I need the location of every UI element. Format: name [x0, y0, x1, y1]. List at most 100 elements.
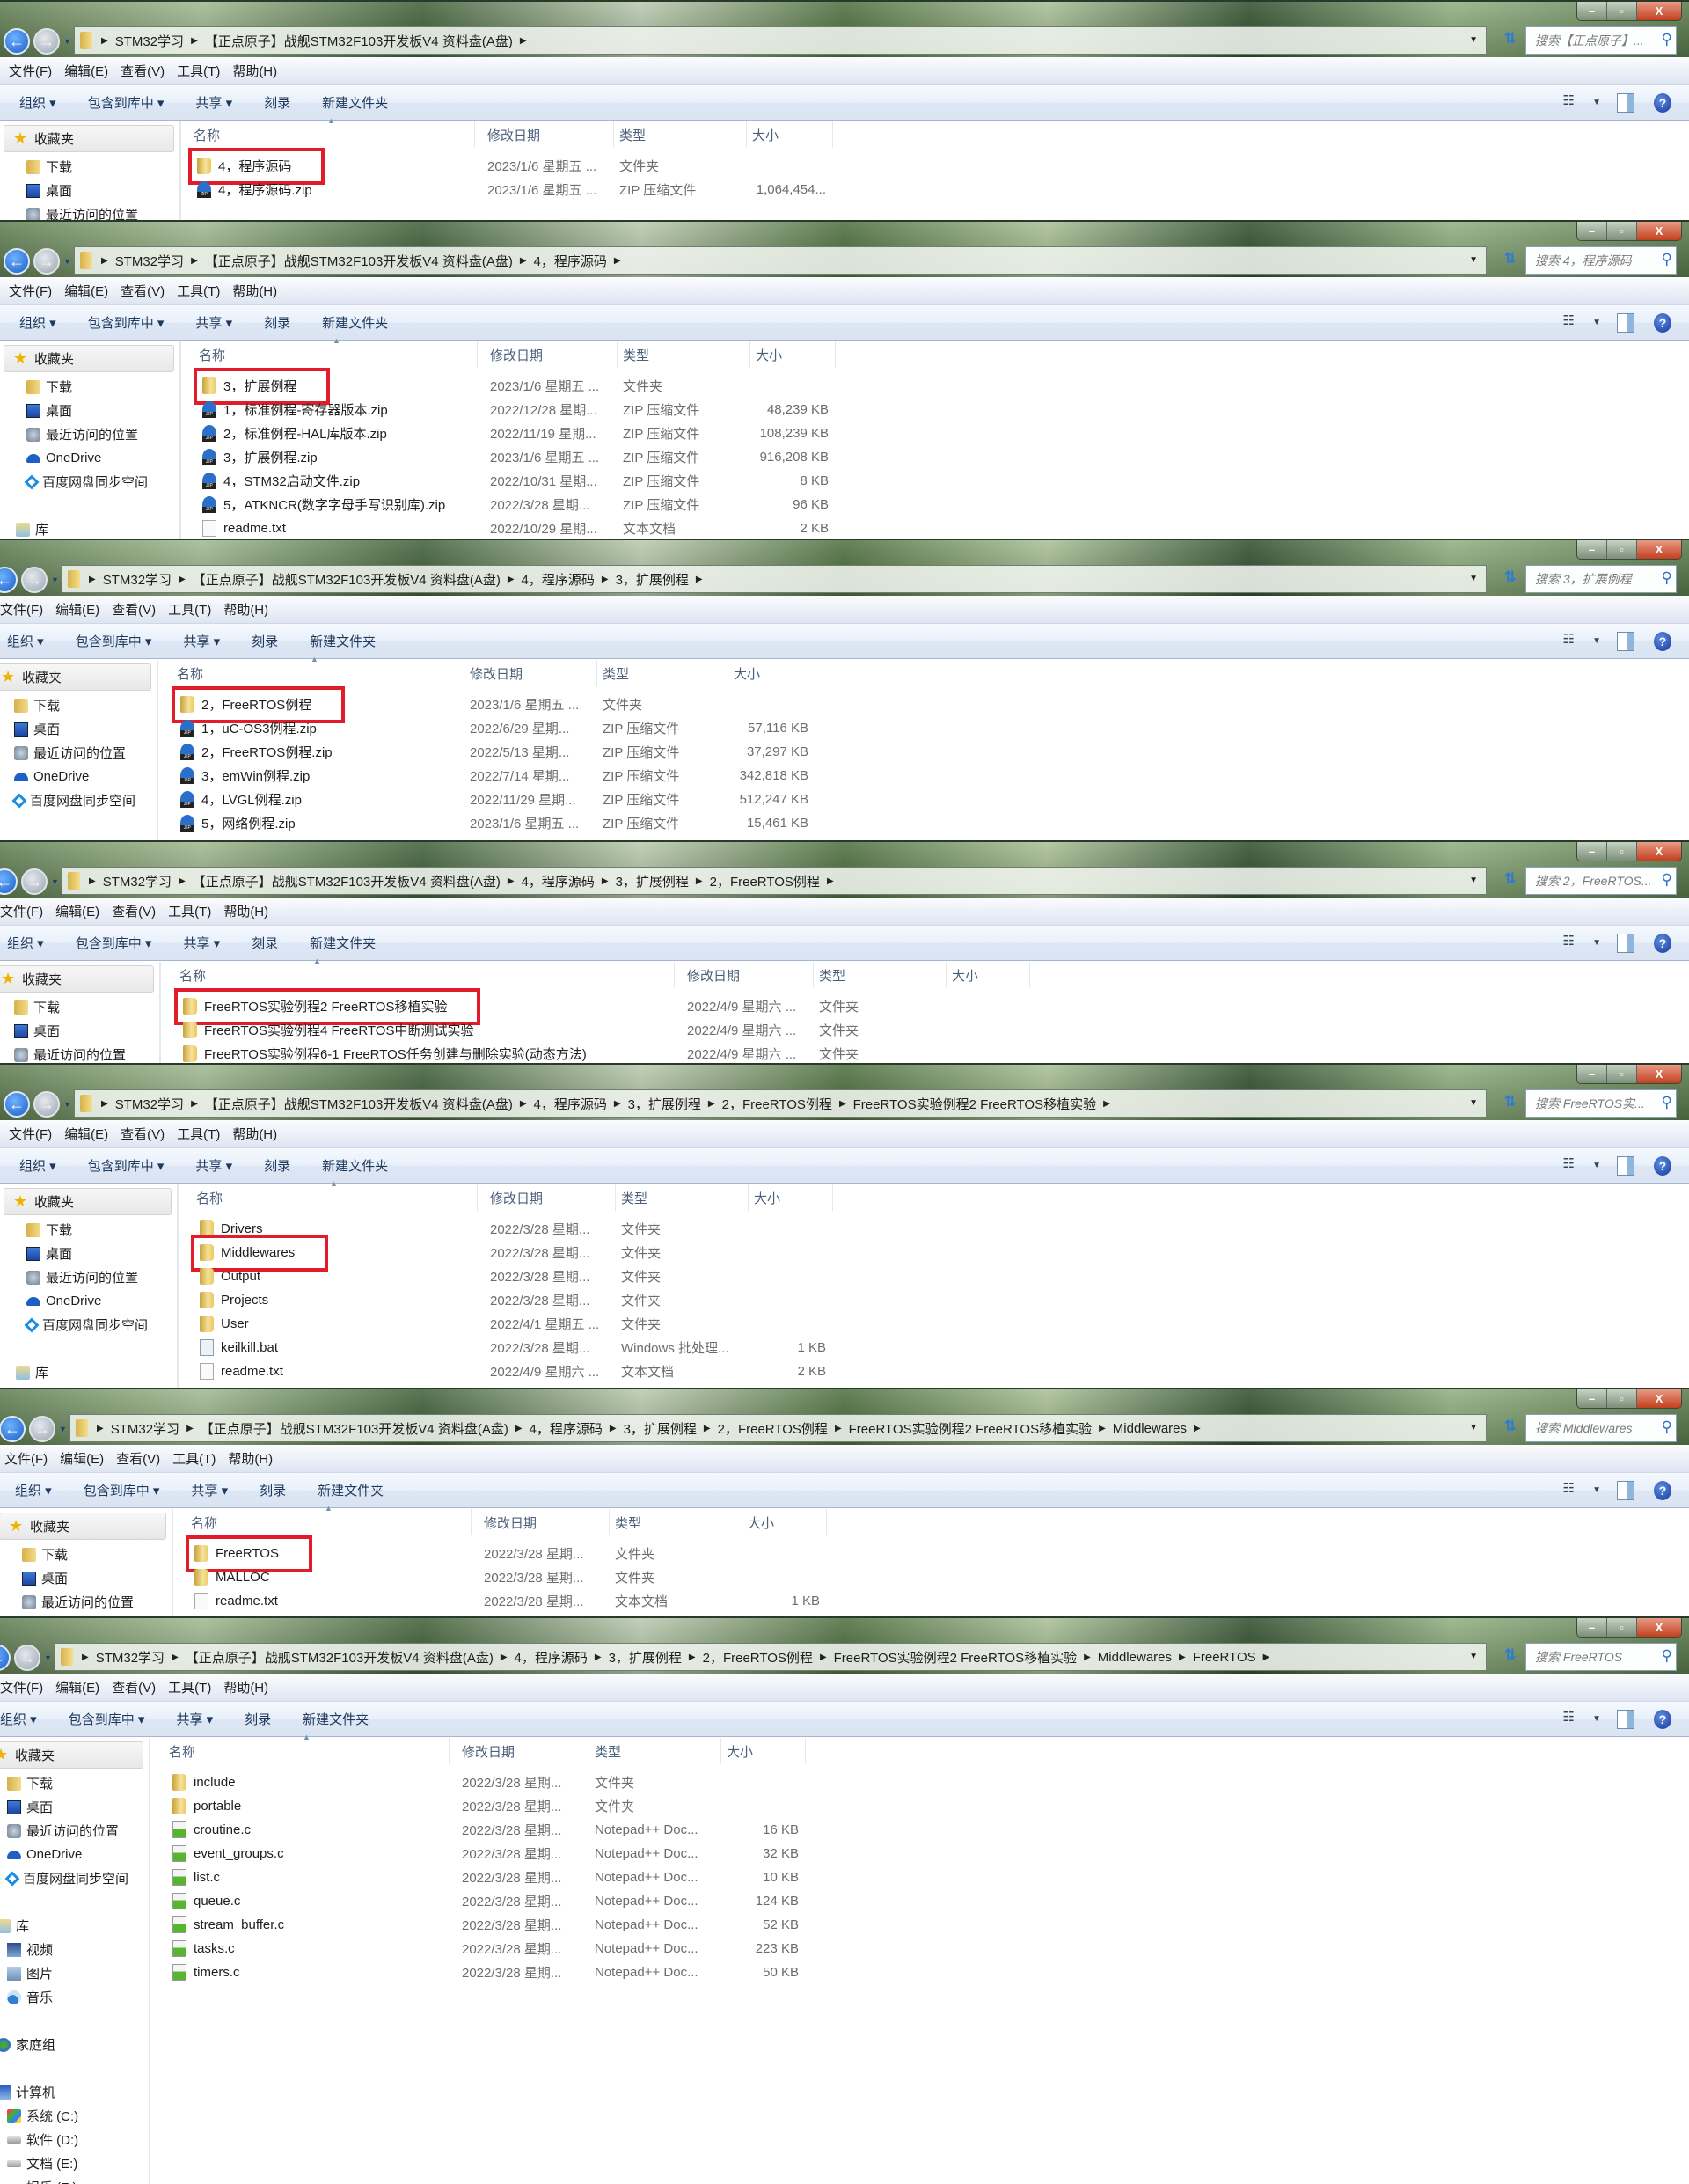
- menu-item[interactable]: 文件(F): [0, 1678, 43, 1697]
- address-dropdown-icon[interactable]: ▼: [1469, 1098, 1478, 1108]
- file-row[interactable]: readme.txt 2022/10/29 星期... 文本文档 2 KB: [197, 517, 836, 539]
- column-header[interactable]: 名称: [174, 962, 675, 988]
- breadcrumb-chevron-icon[interactable]: ▶: [595, 1653, 602, 1662]
- help-icon[interactable]: ?: [1654, 313, 1671, 333]
- file-name[interactable]: readme.txt: [197, 517, 291, 539]
- sidebar-item[interactable]: 下载: [26, 1218, 72, 1242]
- minimize-button[interactable]: –: [1577, 1618, 1607, 1637]
- toolbar-button[interactable]: 包含到库中 ▾: [76, 632, 152, 650]
- breadcrumb-chevron-icon[interactable]: ▶: [610, 1424, 617, 1433]
- sidebar-item[interactable]: OneDrive: [26, 446, 101, 470]
- sidebar-item[interactable]: 桌面: [7, 1795, 53, 1819]
- sidebar-item[interactable]: 视频: [7, 1938, 53, 1961]
- recent-pages-dropdown-icon[interactable]: ▼: [63, 37, 71, 46]
- file-name[interactable]: 4，程序源码.zip: [192, 178, 318, 202]
- sort-ascending-icon[interactable]: ▲: [325, 1504, 333, 1513]
- minimize-button[interactable]: –: [1577, 540, 1607, 559]
- file-name[interactable]: FreeRTOS实验例程6-1 FreeRTOS任务创建与删除实验(动态方法): [178, 1042, 592, 1063]
- file-name[interactable]: croutine.c: [167, 1818, 256, 1842]
- toolbar-button[interactable]: 共享 ▾: [191, 1481, 228, 1499]
- minimize-button[interactable]: –: [1577, 1389, 1607, 1408]
- preview-pane-icon[interactable]: [1617, 93, 1634, 113]
- maximize-button[interactable]: ▫: [1607, 540, 1637, 559]
- file-row[interactable]: User 2022/4/1 星期五 ... 文件夹: [194, 1312, 833, 1336]
- sidebar-item[interactable]: 桌面: [26, 399, 72, 422]
- breadcrumb-chevron-icon[interactable]: ▶: [689, 1653, 696, 1662]
- breadcrumb-item[interactable]: FreeRTOS实验例程2 FreeRTOS移植实验: [853, 1095, 1096, 1113]
- sidebar-item[interactable]: 百度网盘同步空间: [24, 1313, 148, 1337]
- toolbar-button[interactable]: 包含到库中 ▾: [76, 934, 152, 952]
- toolbar-button[interactable]: 共享 ▾: [176, 1710, 213, 1728]
- menu-item[interactable]: 工具(T): [177, 1125, 220, 1143]
- sidebar-item[interactable]: 计算机: [0, 2080, 55, 2104]
- file-row[interactable]: FreeRTOS实验例程2 FreeRTOS移植实验 2022/4/9 星期六 .…: [173, 987, 1030, 1025]
- help-icon[interactable]: ?: [1654, 93, 1671, 113]
- sidebar-item[interactable]: 下载: [14, 995, 60, 1019]
- column-header[interactable]: 类型: [814, 962, 947, 988]
- preview-pane-icon[interactable]: [1617, 1710, 1634, 1729]
- sidebar-item[interactable]: 下载: [22, 1543, 68, 1566]
- sidebar-item[interactable]: 文档 (E:): [7, 2151, 77, 2175]
- file-row[interactable]: readme.txt 2022/4/9 星期六 ... 文本文档 2 KB: [194, 1360, 833, 1383]
- file-row[interactable]: 5，ATKNCR(数字字母手写识别库).zip 2022/3/28 星期... ZI…: [197, 493, 836, 517]
- sidebar-item[interactable]: ★ 收藏夹: [4, 345, 174, 372]
- sidebar-item[interactable]: 系统 (C:): [7, 2104, 78, 2128]
- refresh-icon[interactable]: ⇅: [1504, 30, 1517, 48]
- highlighted-file-name[interactable]: 4，程序源码: [187, 147, 325, 185]
- sidebar-item[interactable]: 音乐: [7, 1985, 53, 2009]
- file-name[interactable]: readme.txt: [194, 1360, 289, 1383]
- toolbar-button[interactable]: 共享 ▾: [183, 632, 220, 650]
- sidebar-item[interactable]: 百度网盘同步空间: [24, 470, 148, 494]
- menu-item[interactable]: 帮助(H): [232, 1125, 277, 1143]
- menu-item[interactable]: 工具(T): [168, 902, 211, 920]
- menu-item[interactable]: 帮助(H): [228, 1449, 273, 1468]
- close-button[interactable]: X: [1637, 842, 1681, 861]
- forward-button[interactable]: →: [14, 1645, 40, 1671]
- menu-item[interactable]: 工具(T): [177, 282, 220, 300]
- file-name[interactable]: keilkill.bat: [194, 1336, 283, 1360]
- breadcrumb-chevron-icon[interactable]: ▶: [101, 256, 108, 266]
- toolbar-button[interactable]: 包含到库中 ▾: [88, 93, 165, 112]
- column-header[interactable]: 名称: [191, 1184, 478, 1211]
- view-dropdown-icon[interactable]: ▼: [1592, 1485, 1601, 1495]
- file-row[interactable]: 2，标准例程-HAL库版本.zip 2022/11/19 星期... ZIP 压缩文…: [197, 421, 836, 445]
- close-button[interactable]: X: [1637, 222, 1681, 240]
- close-button[interactable]: X: [1637, 1618, 1681, 1637]
- file-name[interactable]: 5，网络例程.zip: [175, 811, 301, 835]
- breadcrumb-chevron-icon[interactable]: ▶: [835, 1424, 842, 1433]
- toolbar-button[interactable]: 刻录: [264, 1156, 290, 1175]
- breadcrumb-chevron-icon[interactable]: ▶: [520, 36, 527, 46]
- toolbar-button[interactable]: 新建文件夹: [322, 1156, 388, 1175]
- view-dropdown-icon[interactable]: ▼: [1592, 636, 1601, 646]
- breadcrumb-chevron-icon[interactable]: ▶: [696, 575, 703, 584]
- file-row[interactable]: croutine.c 2022/3/28 星期... Notepad++ Doc..…: [167, 1818, 806, 1842]
- breadcrumb-chevron-icon[interactable]: ▶: [97, 1424, 104, 1433]
- address-bar[interactable]: ▶ STM32学习 ▶ 【正点原子】战舰STM32F103开发板V4 资料盘(A盘) ▶…: [62, 867, 1487, 895]
- sidebar-item[interactable]: ★ 收藏夹: [4, 125, 174, 152]
- sidebar-item[interactable]: ★ 收藏夹: [0, 1741, 143, 1769]
- recent-pages-dropdown-icon[interactable]: ▼: [51, 575, 59, 584]
- breadcrumb-item[interactable]: 4，程序源码: [534, 1095, 607, 1113]
- breadcrumb-chevron-icon[interactable]: ▶: [1179, 1653, 1186, 1662]
- menu-item[interactable]: 编辑(E): [55, 902, 99, 920]
- help-icon[interactable]: ?: [1654, 1156, 1671, 1176]
- back-button[interactable]: ←: [4, 248, 30, 275]
- sidebar-item[interactable]: ★ 收藏夹: [4, 1188, 172, 1215]
- breadcrumb-chevron-icon[interactable]: ▶: [186, 1424, 194, 1433]
- file-row[interactable]: list.c 2022/3/28 星期... Notepad++ Doc... 10 …: [167, 1865, 806, 1889]
- breadcrumb-chevron-icon[interactable]: ▶: [704, 1424, 711, 1433]
- file-row[interactable]: 3，emWin例程.zip 2022/7/14 星期... ZIP 压缩文件 342,…: [175, 764, 815, 788]
- column-header[interactable]: 类型: [618, 341, 750, 368]
- help-icon[interactable]: ?: [1654, 632, 1671, 651]
- breadcrumb-item[interactable]: 【正点原子】战舰STM32F103开发板V4 资料盘(A盘): [205, 32, 513, 50]
- file-name[interactable]: include: [167, 1770, 241, 1794]
- breadcrumb-chevron-icon[interactable]: ▶: [101, 1099, 108, 1109]
- sidebar-item[interactable]: 软件 (D:): [7, 2128, 78, 2151]
- breadcrumb-chevron-icon[interactable]: ▶: [602, 575, 609, 584]
- file-row[interactable]: 1，标准例程-寄存器版本.zip 2022/12/28 星期... ZIP 压缩文件…: [197, 398, 836, 421]
- file-row[interactable]: include 2022/3/28 星期... 文件夹: [167, 1770, 806, 1794]
- file-row[interactable]: 2，FreeRTOS例程 2023/1/6 星期五 ... 文件夹: [171, 685, 815, 723]
- breadcrumb-chevron-icon[interactable]: ▶: [191, 1099, 198, 1109]
- view-dropdown-icon[interactable]: ▼: [1592, 98, 1601, 107]
- search-icon[interactable]: ⚲: [1662, 1647, 1672, 1665]
